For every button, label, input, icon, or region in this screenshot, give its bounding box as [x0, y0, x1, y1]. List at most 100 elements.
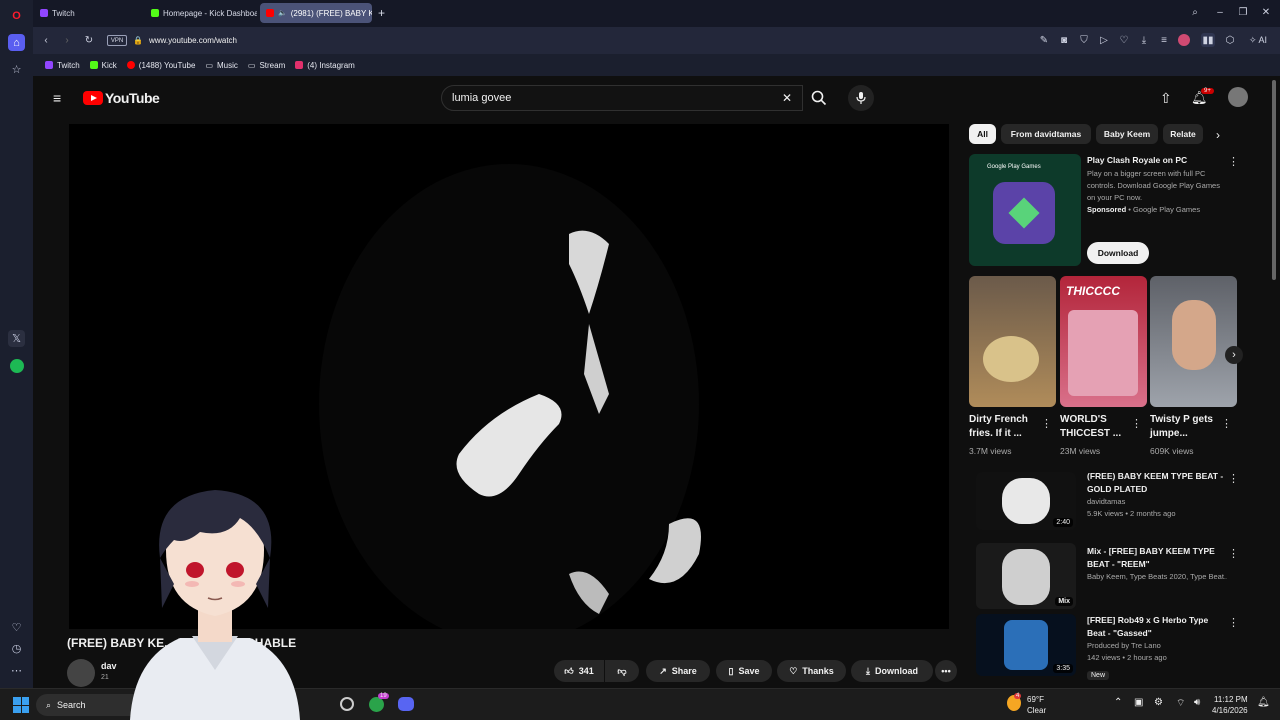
bookmark-music[interactable]: ▭ Music — [205, 61, 237, 70]
shield-icon[interactable]: ⛉ — [1077, 33, 1091, 47]
wifi-icon[interactable]: ⌔ — [1176, 697, 1185, 710]
short-menu-icon[interactable]: ⋮ — [1041, 417, 1052, 430]
bookmark-stream[interactable]: ▭ Stream — [248, 61, 285, 70]
download-icon[interactable]: ⤓ — [1137, 33, 1151, 47]
x-twitter-icon[interactable]: 𝕏 — [8, 330, 25, 347]
ad-info[interactable]: Play Clash Royale on PC Play on a bigger… — [1087, 154, 1227, 216]
app-circle-icon[interactable] — [340, 697, 354, 711]
short-thumbnail-3[interactable] — [1150, 276, 1237, 407]
dislike-button[interactable]: 👎︎ — [605, 660, 639, 682]
shorts-next-button[interactable]: › — [1225, 346, 1243, 364]
related-menu-icon[interactable]: ⋮ — [1228, 616, 1239, 629]
menu-icon[interactable]: ≡ — [1157, 33, 1171, 47]
ad-menu-icon[interactable]: ⋮ — [1228, 155, 1239, 168]
opera-logo-icon[interactable]: O — [8, 7, 25, 24]
short-menu-icon[interactable]: ⋮ — [1221, 417, 1232, 430]
heart-outline-icon[interactable]: ♡ — [1117, 33, 1131, 47]
short-title-1[interactable]: Dirty French fries. If it ... — [969, 413, 1041, 441]
edit-icon[interactable]: ✎ — [1037, 33, 1051, 47]
page-scrollbar[interactable] — [1272, 80, 1276, 280]
related-thumbnail-3[interactable]: 3:35 — [976, 614, 1076, 676]
chip-related[interactable]: Relate — [1163, 124, 1203, 144]
star-icon[interactable]: ☆ — [8, 61, 25, 78]
short-thumbnail-2[interactable]: THICCCC — [1060, 276, 1147, 407]
tray-gear-icon[interactable]: ⚙ — [1154, 697, 1163, 708]
related-info-3[interactable]: [FREE] Rob49 x G Herbo Type Beat - "Gass… — [1087, 614, 1227, 682]
forward-icon[interactable]: › — [60, 33, 74, 47]
vpn-badge[interactable]: VPN — [107, 35, 127, 46]
clock-date[interactable]: 4/16/2026 — [1212, 706, 1248, 715]
related-thumbnail-2[interactable]: Mix — [976, 543, 1076, 609]
url-field[interactable]: 🔒 www.youtube.com/watch — [133, 31, 1265, 50]
bookmark-kick[interactable]: Kick — [89, 61, 117, 70]
spotify-icon[interactable] — [8, 357, 25, 374]
heart-icon[interactable]: ♡ — [8, 619, 25, 636]
ad-download-button[interactable]: Download — [1087, 242, 1149, 264]
short-thumbnail-1[interactable] — [969, 276, 1056, 407]
chip-from-channel[interactable]: From davidtamas — [1001, 124, 1091, 144]
notification-center-icon[interactable]: 🔔︎ — [1257, 697, 1270, 708]
upload-icon[interactable]: ⇧ — [1160, 90, 1172, 107]
like-button[interactable]: 👍︎ 341 — [554, 660, 604, 682]
thanks-button[interactable]: ♡ Thanks — [777, 660, 846, 682]
minimize-icon[interactable]: – — [1213, 5, 1227, 19]
ad-thumbnail[interactable]: Google Play Games — [969, 154, 1081, 266]
history-icon[interactable]: ◷ — [8, 640, 25, 657]
search-tabs-icon[interactable]: ⌕ — [1188, 5, 1202, 19]
tab-twitch[interactable]: Twitch — [34, 3, 142, 23]
windows-start-icon[interactable] — [13, 697, 29, 713]
youtube-play-icon — [83, 91, 103, 105]
more-actions-button[interactable]: ••• — [935, 660, 957, 682]
clear-search-icon[interactable]: ✕ — [782, 91, 792, 105]
reload-icon[interactable]: ↻ — [82, 33, 96, 47]
more-icon[interactable]: ⋯ — [8, 662, 25, 679]
chip-baby-keem[interactable]: Baby Keem — [1096, 124, 1158, 144]
search-input[interactable]: lumia govee ✕ — [441, 85, 803, 111]
tab-youtube[interactable]: 🔈 (2981) (FREE) BABY KEEM — [260, 3, 372, 23]
tab-kick[interactable]: Homepage - Kick Dashboard — [145, 3, 257, 23]
short-title-3[interactable]: Twisty P gets jumpe... — [1150, 413, 1222, 441]
share-button[interactable]: ↗ Share — [646, 660, 710, 682]
bookmark-label: (1488) YouTube — [138, 60, 196, 70]
new-tab-button[interactable]: + — [375, 3, 391, 23]
save-button[interactable]: ▯ Save — [716, 660, 772, 682]
hamburger-menu-icon[interactable]: ≡ — [53, 90, 61, 106]
download-button[interactable]: ⤓ Download — [851, 660, 933, 682]
search-button[interactable] — [803, 85, 835, 111]
browser-sidebar: O ⌂ ☆ 𝕏 ♡ ◷ ⋯ — [0, 0, 33, 688]
related-info-2[interactable]: Mix - [FREE] BABY KEEM TYPE BEAT - "REEM… — [1087, 545, 1227, 583]
voice-search-button[interactable] — [848, 85, 874, 111]
related-menu-icon[interactable]: ⋮ — [1228, 472, 1239, 485]
xbox-icon[interactable] — [369, 697, 384, 712]
related-menu-icon[interactable]: ⋮ — [1228, 547, 1239, 560]
tray-app-icon[interactable]: ▣ — [1134, 697, 1143, 708]
bookmark-twitch[interactable]: Twitch — [45, 61, 80, 70]
volume-icon[interactable]: 🔊︎ — [1194, 697, 1200, 708]
short-title-2[interactable]: WORLD'S THICCEST ... — [1060, 413, 1132, 441]
chip-all[interactable]: All — [969, 124, 996, 144]
play-icon[interactable]: ▷ — [1097, 33, 1111, 47]
camera-icon[interactable]: ◙ — [1057, 33, 1071, 47]
extension-icon[interactable] — [1177, 33, 1191, 47]
back-icon[interactable]: ‹ — [39, 33, 53, 47]
account-avatar[interactable] — [1228, 87, 1248, 107]
sidebar-toggle-icon[interactable]: ▮▮ — [1201, 33, 1215, 47]
close-window-icon[interactable]: ✕ — [1259, 5, 1273, 19]
related-info-1[interactable]: (FREE) BABY KEEM TYPE BEAT - GOLD PLATED… — [1087, 470, 1227, 520]
temperature[interactable]: 69°F — [1027, 695, 1044, 704]
channel-avatar[interactable] — [67, 659, 95, 687]
short-menu-icon[interactable]: ⋮ — [1131, 417, 1142, 430]
clock-time[interactable]: 11:12 PM — [1214, 695, 1248, 704]
ai-button[interactable]: ✧ AI — [1249, 33, 1275, 47]
chevron-right-icon[interactable]: › — [1216, 128, 1220, 142]
youtube-logo[interactable]: YouTube — [83, 90, 160, 106]
cube-icon[interactable]: ⬡ — [1223, 33, 1237, 47]
chevron-up-icon[interactable]: ⌃ — [1114, 697, 1122, 708]
home-icon[interactable]: ⌂ — [8, 34, 25, 51]
discord-icon[interactable] — [398, 697, 414, 711]
restore-icon[interactable]: ❐ — [1236, 5, 1250, 19]
bookmark-instagram[interactable]: (4) Instagram — [295, 61, 355, 70]
related-thumbnail-1[interactable]: 2:40 — [976, 472, 1076, 530]
weather-badge: 4 — [1014, 693, 1022, 699]
bookmark-youtube[interactable]: (1488) YouTube — [126, 60, 196, 70]
